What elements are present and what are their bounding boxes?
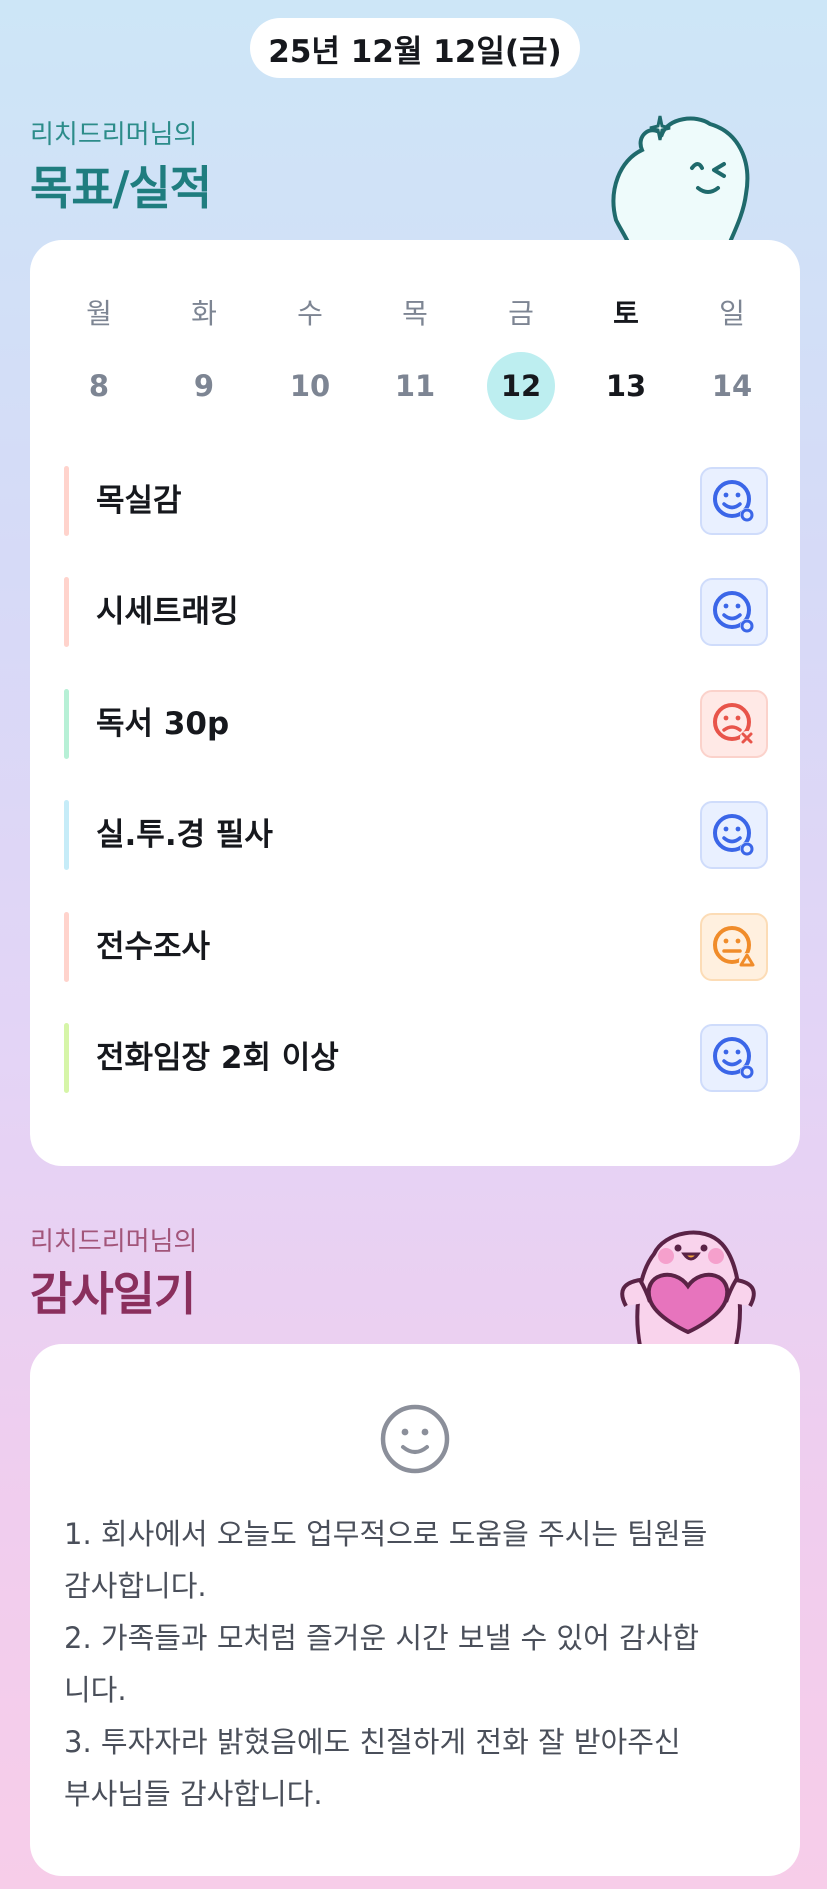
mascot-heart-character-icon: [620, 1230, 756, 1346]
goal-color-bar: [64, 577, 69, 647]
gratitude-card: 1. 회사에서 오늘도 업무적으로 도움을 주시는 팀원들 감사합니다. 2. …: [30, 1344, 800, 1876]
goal-color-bar: [64, 1023, 69, 1093]
gratitude-line: 니다.: [64, 1673, 127, 1707]
goal-status-done[interactable]: [700, 801, 768, 869]
weekday-sun: 일: [719, 297, 745, 330]
gratitude-title: 감사일기: [30, 1267, 196, 1321]
goal-status-partial[interactable]: [700, 913, 768, 981]
smiley-done-icon: [713, 591, 754, 633]
goal-status-done[interactable]: [700, 467, 768, 535]
day-12-selected[interactable]: 12: [487, 352, 555, 420]
day-8[interactable]: 8: [64, 352, 134, 420]
goals-subtitle: 리치드리머님의: [30, 120, 198, 150]
gratitude-subtitle: 리치드리머님의: [30, 1227, 198, 1257]
day-10[interactable]: 10: [275, 352, 345, 420]
smiley-partial-icon: [713, 926, 755, 969]
weekday-thu: 목: [402, 297, 428, 330]
gratitude-line: 1. 회사에서 오늘도 업무적으로 도움을 주시는 팀원들: [64, 1517, 708, 1551]
goal-label: 목실감: [96, 483, 182, 519]
day-13[interactable]: 13: [591, 352, 661, 420]
gratitude-line: 3. 투자자라 밝혔음에도 친절하게 전화 잘 받아주신: [64, 1725, 681, 1759]
goal-item[interactable]: 목실감: [64, 466, 768, 536]
weekday-mon: 월: [86, 297, 112, 330]
goal-item[interactable]: 전화임장 2회 이상: [64, 1023, 768, 1093]
gratitude-line: 부사님들 감사합니다.: [64, 1777, 323, 1811]
gratitude-line: 2. 가족들과 모처럼 즐거운 시간 보낼 수 있어 감사합: [64, 1621, 700, 1655]
goal-status-done[interactable]: [700, 1024, 768, 1092]
day-14[interactable]: 14: [697, 352, 767, 420]
weekday-sat: 토: [613, 297, 639, 330]
goal-item[interactable]: 시세트래킹: [64, 577, 768, 647]
smiley-done-icon: [713, 1037, 754, 1079]
weekday-wed: 수: [297, 297, 323, 330]
weekday-tue: 화: [191, 297, 217, 330]
goal-item[interactable]: 독서 30p: [64, 689, 768, 759]
gratitude-text: 1. 회사에서 오늘도 업무적으로 도움을 주시는 팀원들 감사합니다. 2. …: [64, 1508, 774, 1820]
day-9[interactable]: 9: [169, 352, 239, 420]
goal-item[interactable]: 실.투.경 필사: [64, 800, 768, 870]
goal-label: 시세트래킹: [96, 594, 239, 630]
goals-card: 월 화 수 목 금 토 일 8 9 10 11 12 13 14 목실감 시세트…: [30, 240, 800, 1166]
goals-title: 목표/실적: [30, 161, 212, 215]
goal-label: 실.투.경 필사: [96, 817, 273, 853]
goal-status-done[interactable]: [700, 578, 768, 646]
smiley-fail-icon: [713, 703, 754, 745]
goal-status-fail[interactable]: [700, 690, 768, 758]
day-11[interactable]: 11: [380, 352, 450, 420]
mascot-character-icon: [611, 115, 750, 242]
goal-color-bar: [64, 466, 69, 536]
neutral-smiley-icon: [380, 1404, 450, 1474]
smiley-done-icon: [713, 480, 754, 522]
goal-label: 독서 30p: [96, 706, 230, 742]
date-pill[interactable]: 25년 12월 12일(금): [250, 18, 580, 78]
gratitude-line: 감사합니다.: [64, 1569, 207, 1603]
weekday-fri: 금: [508, 297, 534, 330]
goal-label: 전수조사: [96, 929, 211, 965]
goal-color-bar: [64, 912, 69, 982]
goal-item[interactable]: 전수조사: [64, 912, 768, 982]
goal-color-bar: [64, 800, 69, 870]
goal-color-bar: [64, 689, 69, 759]
goal-label: 전화임장 2회 이상: [96, 1040, 339, 1076]
smiley-done-icon: [713, 814, 754, 856]
date-label: 25년 12월 12일(금): [268, 33, 562, 70]
